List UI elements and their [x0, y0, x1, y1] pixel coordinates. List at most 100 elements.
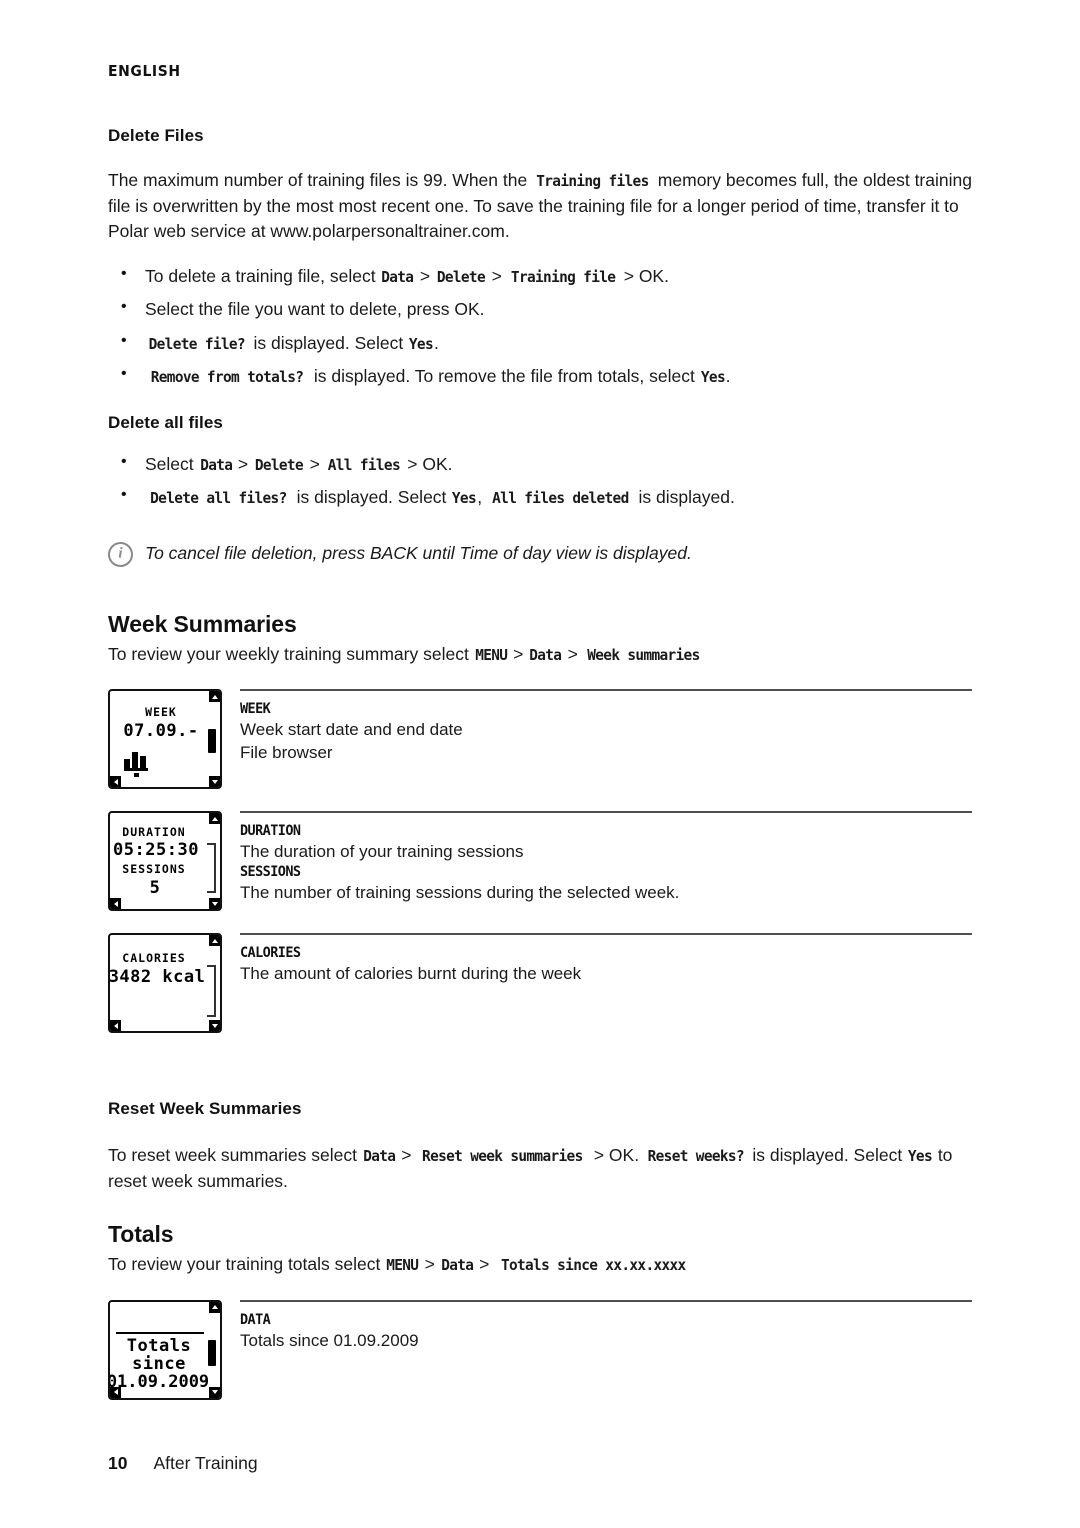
lcd-screen-duration: DURATION 05:25:30 SESSIONS 5 [108, 811, 222, 912]
list-item: Remove from totals? is displayed. To rem… [108, 362, 972, 389]
lcd-screen-data: DATA Totals since 01.09.2009 [108, 1299, 222, 1400]
scroll-down-indicator-icon [209, 898, 220, 910]
intro-text-a: The maximum number of training files is … [108, 170, 533, 190]
text: , [477, 487, 487, 508]
chapter-name: After Training [153, 1453, 258, 1473]
lcd-label-calories: CALORIES [122, 951, 186, 966]
keyword-delete-file-prompt: Delete file? [148, 334, 246, 353]
feature-description-week: WEEK Week start date and end date File b… [240, 689, 972, 795]
info-icon: i [108, 541, 133, 567]
list-delete-file-steps: To delete a training file, select Data >… [108, 262, 972, 389]
text: > [419, 1253, 440, 1274]
text: > [486, 266, 507, 287]
keyword-data: Data [529, 645, 562, 664]
lcd-screen-week: WEEK 07.09.- [108, 689, 222, 790]
keyword-data: Data [363, 1147, 396, 1166]
text: > [396, 1145, 417, 1166]
feature-line: The number of training sessions during t… [240, 882, 680, 902]
keyword-data: Data [199, 456, 233, 475]
feature-description-data: DATA Totals since 01.09.2009 [240, 1299, 972, 1360]
keyword-delete: Delete [436, 268, 486, 287]
feature-title: WEEK [240, 701, 271, 718]
text: Select the file you want to delete, pres… [145, 299, 485, 320]
keyword-menu: MENU [386, 1255, 419, 1274]
document-page: ENGLISH Delete Files The maximum number … [0, 0, 1080, 1528]
text: To review your weekly training summary s… [108, 643, 474, 664]
bar-chart-icon [124, 749, 154, 778]
feature-line: The duration of your training sessions [240, 842, 524, 862]
feature-title: CALORIES [240, 945, 301, 962]
text: > [414, 266, 435, 287]
list-delete-all-steps: Select Data > Delete > All files > OK. D… [108, 450, 972, 511]
keyword-delete-all-files-prompt: Delete all files? [150, 489, 287, 508]
keyword-delete: Delete [254, 456, 304, 475]
back-indicator-icon [110, 898, 121, 910]
keyword-yes: Yes [907, 1147, 933, 1166]
scroll-down-indicator-icon [209, 1020, 220, 1032]
lcd-label-sessions: SESSIONS [122, 862, 186, 877]
keyword-training-file: Training file [510, 268, 616, 287]
text: is displayed. [633, 487, 735, 508]
lcd-value-calories: 3482 kcal [108, 967, 206, 988]
heading-reset-week-summaries: Reset Week Summaries [108, 1099, 302, 1119]
back-indicator-icon [110, 1020, 121, 1032]
text: > [233, 454, 253, 475]
keyword-remove-from-totals-prompt: Remove from totals? [150, 367, 304, 386]
keyword-data: Data [440, 1255, 474, 1274]
text: . [725, 365, 731, 386]
feature-description-duration: DURATION The duration of your training s… [240, 811, 972, 917]
lcd-screen-calories: CALORIES 3482 kcal [108, 933, 222, 1034]
keyword-week-summaries: Week summaries [586, 645, 700, 664]
feature-title: DATA [240, 1311, 271, 1328]
keyword-reset-week-summaries: Reset week summaries [422, 1147, 583, 1166]
feature-row-calories: CALORIES 3482 kcal CALORIES The amount o… [108, 933, 972, 1039]
text: is displayed. Select [248, 332, 409, 353]
info-icon-glyph: i [118, 545, 123, 562]
paragraph-totals-intro: To review your training totals select ME… [108, 1252, 972, 1278]
lcd-label-duration: DURATION [122, 825, 186, 840]
feature-row-week: WEEK 07.09.- WEEK Week start date and en… [108, 689, 972, 795]
text: is displayed. To remove the file from to… [309, 365, 700, 386]
keyword-training-files: Training files [536, 172, 649, 190]
lcd-value-week-dates: 07.09.- [123, 721, 199, 742]
lcd-label-data: DATA [110, 1315, 220, 1329]
paragraph-week-summaries-intro: To review your weekly training summary s… [108, 642, 972, 668]
language-label: ENGLISH [108, 62, 181, 80]
heading-totals: Totals [108, 1220, 174, 1247]
text: is displayed. Select [291, 487, 452, 508]
keyword-data: Data [381, 268, 415, 287]
keyword-totals-since: Totals since xx.xx.xxxx [501, 1255, 686, 1274]
info-note: i To cancel file deletion, press BACK un… [108, 541, 972, 567]
keyword-all-files-deleted: All files deleted [492, 489, 629, 508]
keyword-reset-weeks-prompt: Reset weeks? [647, 1147, 745, 1166]
scroll-up-indicator-icon [209, 691, 220, 703]
text: > OK. [402, 454, 453, 475]
feature-description-calories: CALORIES The amount of calories burnt du… [240, 933, 972, 1039]
list-item: Delete all files? is displayed. Select Y… [108, 483, 972, 510]
text: > OK. [618, 266, 669, 287]
text: is displayed. Select [747, 1145, 908, 1166]
keyword-all-files: All files [327, 456, 400, 475]
keyword-yes: Yes [409, 334, 434, 353]
page-footer: 10 After Training [108, 1453, 258, 1474]
info-note-text: To cancel file deletion, press BACK unti… [145, 542, 692, 563]
heading-delete-files: Delete Files [108, 126, 204, 145]
lcd-line-totals: Totals [126, 1335, 192, 1356]
list-item: Select the file you want to delete, pres… [108, 295, 972, 322]
scroll-up-indicator-icon [209, 1301, 220, 1313]
list-item: Select Data > Delete > All files > OK. [108, 450, 972, 477]
keyword-menu: MENU [474, 645, 508, 664]
paragraph-reset-week-summaries: To reset week summaries select Data > Re… [108, 1143, 972, 1194]
text: > [562, 643, 583, 664]
heading-week-summaries: Week Summaries [108, 610, 297, 637]
scroll-up-indicator-icon [209, 935, 220, 947]
text: > [474, 1253, 495, 1274]
feature-title: DURATION [240, 823, 301, 840]
lcd-line-date: 01.09.2009 [108, 1371, 210, 1392]
lcd-line-since: since [132, 1353, 186, 1374]
back-indicator-icon [110, 776, 121, 788]
text: To delete a training file, select [145, 266, 381, 287]
heading-delete-all-files: Delete all files [108, 413, 223, 433]
paragraph-delete-files-intro: The maximum number of training files is … [108, 168, 972, 245]
text: > [304, 454, 325, 475]
